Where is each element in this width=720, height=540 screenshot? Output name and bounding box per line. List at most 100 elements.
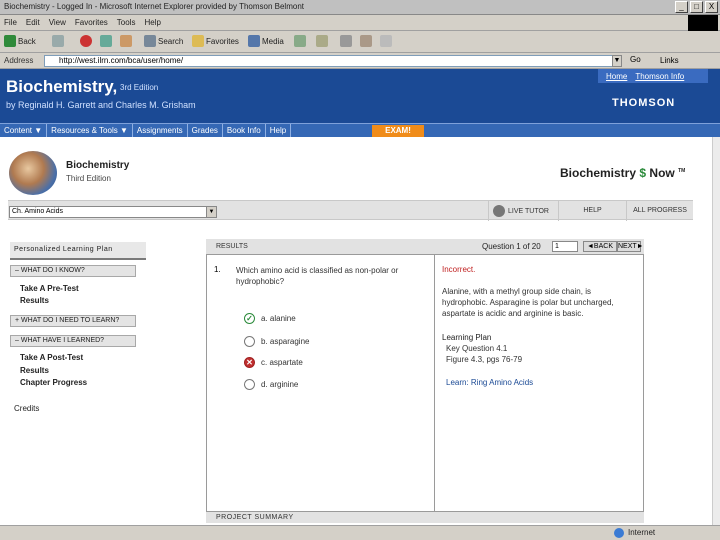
all-progress-button[interactable]: ALL PROGRESS [626, 201, 693, 221]
plan-line: Figure 4.3, pgs 76-79 [446, 355, 523, 364]
learn-link[interactable]: Learn: Ring Amino Acids [446, 378, 533, 387]
x-mark-icon: ✕ [244, 357, 255, 368]
choice-c[interactable]: ✕ c. aspartate [244, 357, 303, 368]
home-button[interactable] [120, 35, 132, 47]
home-link[interactable]: Home [606, 72, 627, 81]
credits-link[interactable]: Credits [14, 404, 39, 413]
refresh-icon [100, 35, 112, 47]
live-tutor-button[interactable]: LIVE TUTOR [488, 201, 558, 221]
section-what-do-i-know[interactable]: – WHAT DO I KNOW? [10, 265, 136, 277]
back-button[interactable]: ◄BACK [583, 241, 617, 252]
learning-plan-title: Learning Plan [442, 333, 492, 342]
next-button[interactable]: NEXT► [617, 241, 644, 252]
maximize-button[interactable]: □ [690, 1, 703, 13]
choice-label: d. arginine [261, 380, 299, 389]
browser-toolbar: Back Search Favorites Media [0, 31, 720, 53]
help-button[interactable]: HELP [558, 201, 626, 221]
thomson-logo: THOMSON [612, 97, 676, 109]
media-icon [248, 35, 260, 47]
stop-icon [80, 35, 92, 47]
address-input[interactable]: http://west.ilrn.com/bca/user/home/ [44, 55, 620, 67]
choice-d[interactable]: d. arginine [244, 379, 298, 390]
question-text: Which amino acid is classified as non-po… [236, 266, 399, 286]
question-count: Question 1 of 20 [482, 242, 541, 251]
menu-edit[interactable]: Edit [26, 18, 40, 27]
search-label: Search [158, 36, 184, 46]
section-label: + WHAT DO I NEED TO LEARN? [15, 317, 120, 324]
tutor-icon [493, 205, 505, 217]
search-button[interactable]: Search [144, 35, 183, 47]
chapter-select[interactable]: Ch. Amino Acids ▼ [9, 206, 217, 218]
mail-button[interactable] [316, 35, 328, 47]
edit-icon [360, 35, 372, 47]
exam-button[interactable]: EXAM! [372, 125, 424, 137]
learning-plan-header: Personalized Learning Plan [10, 242, 146, 260]
go-button[interactable]: Go [630, 55, 641, 64]
forward-arrow-icon [52, 35, 64, 47]
window-titlebar: Biochemistry - Logged In - Microsoft Int… [0, 0, 720, 15]
thomson-info-link[interactable]: Thomson Info [635, 72, 684, 81]
media-button[interactable]: Media [248, 35, 284, 47]
history-button[interactable] [294, 35, 306, 47]
menu-help[interactable]: Help [144, 18, 160, 27]
post-test-link[interactable]: Take A Post-Test [20, 353, 83, 362]
section-what-have-i-learned[interactable]: – WHAT HAVE I LEARNED? [10, 335, 136, 347]
favorites-icon [192, 35, 204, 47]
dollar-icon: $ [639, 166, 647, 180]
check-icon: ✓ [244, 313, 255, 324]
window-title: Biochemistry - Logged In - Microsoft Int… [4, 2, 304, 11]
project-summary-bar[interactable]: PROJECT SUMMARY [206, 511, 644, 523]
results-header: RESULTS Question 1 of 20 1 ◄BACK NEXT► [206, 239, 644, 255]
address-dropdown-icon[interactable]: ▼ [612, 55, 622, 67]
choice-label: a. alanine [261, 314, 296, 323]
feedback-text: Alanine, with a methyl group side chain,… [442, 287, 614, 318]
section-label: – WHAT HAVE I LEARNED? [15, 337, 105, 344]
menu-view[interactable]: View [49, 18, 66, 27]
logo-right-text: Now [649, 166, 675, 180]
close-button[interactable]: X [705, 1, 718, 13]
menubar: File Edit View Favorites Tools Help [0, 15, 720, 31]
nav-book-info[interactable]: Book Info [223, 124, 266, 138]
security-zone: Internet [628, 528, 656, 537]
pre-test-results-link[interactable]: Results [20, 296, 49, 305]
nav-help[interactable]: Help [266, 124, 292, 138]
nav-grades[interactable]: Grades [188, 124, 223, 138]
live-tutor-label: LIVE TUTOR [508, 207, 549, 215]
book-cover-image [9, 151, 57, 195]
favorites-button[interactable]: Favorites [192, 35, 239, 47]
discuss-button[interactable] [380, 35, 392, 47]
book-banner: Biochemistry Third Edition Biochemistry … [8, 146, 693, 200]
nav-content[interactable]: Content ▼ [0, 124, 48, 138]
nav-assignments[interactable]: Assignments [133, 124, 188, 138]
address-label: Address [4, 56, 34, 65]
section-what-do-i-need-to-learn[interactable]: + WHAT DO I NEED TO LEARN? [10, 315, 136, 327]
menu-tools[interactable]: Tools [117, 18, 136, 27]
minimize-button[interactable]: _ [675, 1, 688, 13]
back-label: Back [18, 36, 36, 46]
links-button[interactable]: Links [660, 56, 679, 65]
choice-a[interactable]: ✓ a. alanine [244, 313, 296, 324]
question-select[interactable]: 1 [552, 241, 578, 252]
stop-button[interactable] [80, 35, 92, 47]
results-label: RESULTS [216, 243, 248, 250]
menu-favorites[interactable]: Favorites [75, 18, 108, 27]
nav-resources-tools[interactable]: Resources & Tools ▼ [47, 124, 133, 138]
print-button[interactable] [340, 35, 352, 47]
vertical-scrollbar[interactable] [712, 137, 720, 525]
site-edition: 3rd Edition [120, 83, 159, 92]
pre-test-link[interactable]: Take A Pre-Test [20, 284, 79, 293]
forward-button[interactable] [52, 35, 64, 47]
refresh-button[interactable] [100, 35, 112, 47]
question-number: 1. [214, 265, 221, 274]
menu-file[interactable]: File [4, 18, 17, 27]
search-icon [144, 35, 156, 47]
back-button[interactable]: Back [4, 35, 36, 47]
section-label: – WHAT DO I KNOW? [15, 267, 85, 274]
chapter-progress-link[interactable]: Chapter Progress [20, 378, 87, 387]
biochemistry-now-logo: Biochemistry $ Now TM [560, 166, 685, 180]
choice-b[interactable]: b. asparagine [244, 336, 309, 347]
site-authors: by Reginald H. Garrett and Charles M. Gr… [6, 100, 196, 110]
edit-button[interactable] [360, 35, 372, 47]
post-test-results-link[interactable]: Results [20, 366, 49, 375]
favorites-label: Favorites [206, 36, 239, 46]
